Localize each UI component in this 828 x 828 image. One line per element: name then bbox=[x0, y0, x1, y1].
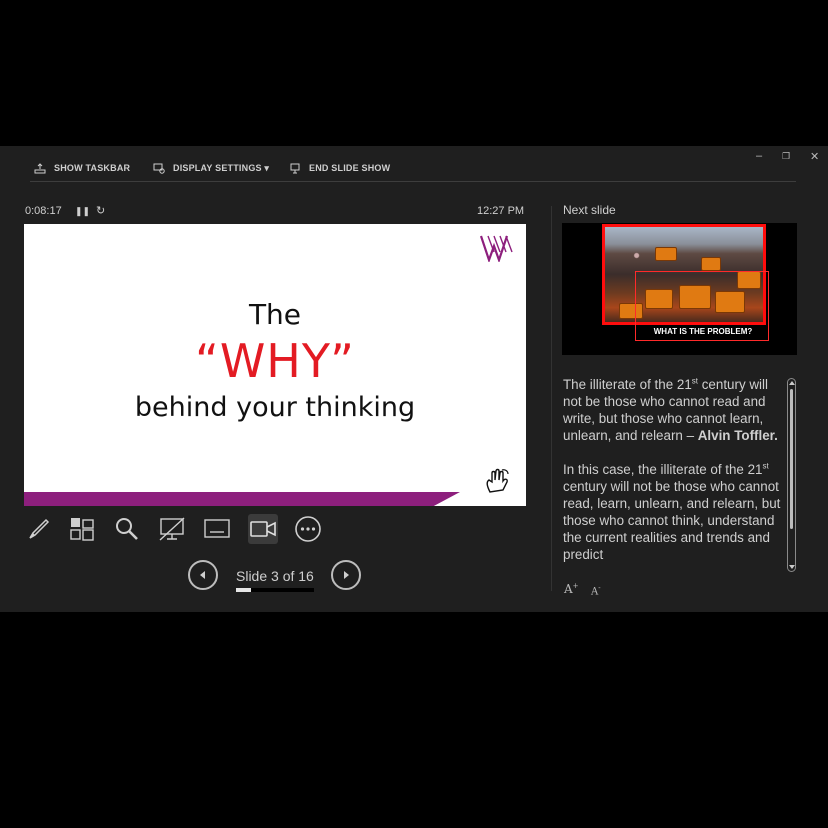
end-slide-show-label: END SLIDE SHOW bbox=[309, 163, 391, 173]
camera-button[interactable] bbox=[248, 514, 278, 544]
hand-gesture-icon bbox=[486, 468, 509, 493]
notes-scrollbar[interactable] bbox=[787, 378, 796, 572]
elapsed-timer: 0:08:17 bbox=[25, 205, 62, 217]
clock: 12:27 PM bbox=[477, 205, 525, 217]
more-icon bbox=[295, 516, 321, 542]
next-slide-label: Next slide bbox=[563, 203, 616, 217]
show-taskbar-button[interactable]: SHOW TASKBAR bbox=[34, 160, 130, 176]
display-settings-icon bbox=[153, 163, 165, 174]
close-button[interactable]: ✕ bbox=[810, 150, 819, 163]
end-show-icon bbox=[290, 163, 300, 173]
display-settings-button[interactable]: DISPLAY SETTINGS ▾ bbox=[153, 160, 269, 176]
taskbar-icon bbox=[34, 162, 46, 173]
video-camera-icon bbox=[250, 521, 276, 537]
magnifier-icon bbox=[116, 518, 138, 540]
presenter-view: – ❐ ✕ SHOW TASKBAR DISPLAY SETTINGS ▾ EN… bbox=[0, 146, 828, 612]
speaker-notes[interactable]: The illiterate of the 21st century will … bbox=[563, 376, 785, 574]
increase-font-button[interactable]: A+ bbox=[564, 582, 579, 596]
slide-progress-fill bbox=[236, 588, 251, 592]
brand-logo-icon bbox=[480, 235, 513, 262]
show-taskbar-label: SHOW TASKBAR bbox=[54, 163, 131, 173]
previous-slide-button[interactable] bbox=[188, 560, 218, 590]
notes-paragraph: The illiterate of the 21st century will … bbox=[563, 376, 778, 443]
slide-progress-bar bbox=[236, 588, 314, 592]
slide-heading-why: “WHY” bbox=[194, 334, 356, 388]
arrow-right-icon bbox=[344, 571, 349, 579]
current-slide[interactable]: The “WHY” behind your thinking bbox=[24, 224, 526, 506]
subtitles-icon bbox=[204, 519, 230, 538]
restore-button[interactable]: ❐ bbox=[782, 151, 790, 162]
scrollbar-thumb[interactable] bbox=[790, 389, 793, 529]
display-settings-label: DISPLAY SETTINGS ▾ bbox=[173, 162, 270, 173]
blackout-screen-icon bbox=[159, 517, 185, 541]
toolbar-divider bbox=[30, 181, 796, 182]
pause-timer-button[interactable]: ❚❚ bbox=[75, 206, 90, 217]
slide-accent-band bbox=[24, 492, 460, 506]
end-slide-show-button[interactable]: END SLIDE SHOW bbox=[289, 160, 390, 176]
see-all-slides-button[interactable] bbox=[67, 514, 97, 544]
minimize-button[interactable]: – bbox=[756, 150, 762, 162]
arrow-left-icon bbox=[200, 571, 205, 579]
next-slide-caption: WHAT IS THE PROBLEM? bbox=[653, 327, 753, 336]
next-slide-button[interactable] bbox=[331, 560, 361, 590]
slide-heading-the: The bbox=[248, 298, 302, 331]
pane-divider bbox=[551, 206, 552, 591]
pen-tool-button[interactable] bbox=[24, 514, 54, 544]
slide-subheading: behind your thinking bbox=[134, 392, 416, 423]
reset-timer-button[interactable]: ↻ bbox=[96, 204, 105, 217]
grid-icon bbox=[70, 518, 94, 541]
next-slide-preview[interactable]: WHAT IS THE PROBLEM? bbox=[562, 223, 797, 355]
decrease-font-button[interactable]: A- bbox=[591, 584, 601, 597]
pen-icon bbox=[29, 518, 50, 539]
slide-counter[interactable]: Slide 3 of 16 bbox=[236, 568, 314, 584]
zoom-button[interactable] bbox=[112, 514, 142, 544]
scroll-down-icon[interactable] bbox=[789, 565, 795, 569]
more-options-button[interactable] bbox=[293, 514, 323, 544]
black-screen-button[interactable] bbox=[157, 514, 187, 544]
notes-paragraph: In this case, the illiterate of the 21st… bbox=[563, 461, 781, 562]
scroll-up-icon[interactable] bbox=[789, 381, 795, 385]
subtitles-button[interactable] bbox=[202, 514, 232, 544]
